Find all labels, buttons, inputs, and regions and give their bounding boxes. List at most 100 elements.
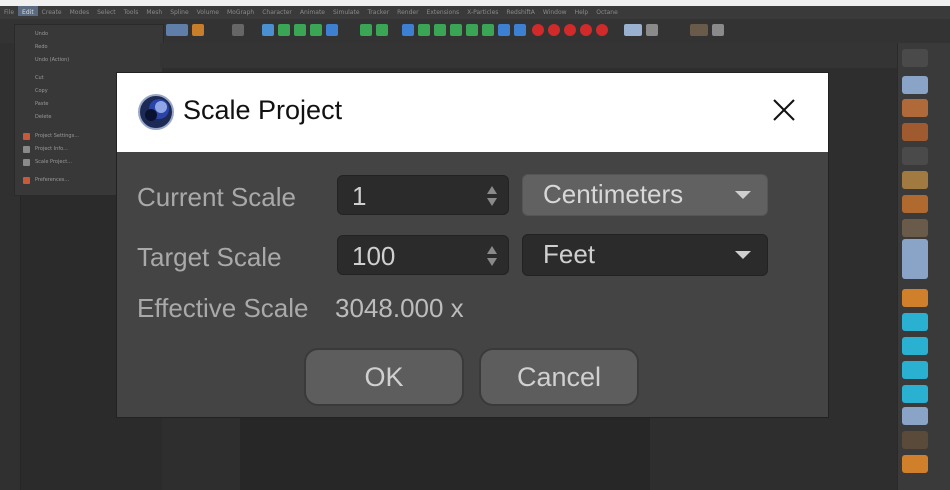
texture-icon[interactable] xyxy=(902,431,928,449)
snap-icon[interactable] xyxy=(902,455,928,473)
text-icon[interactable] xyxy=(360,24,372,36)
render-settings-icon[interactable] xyxy=(646,24,658,36)
menu-item-scale-project[interactable]: Scale Project... xyxy=(35,159,72,165)
symmetry-icon[interactable] xyxy=(376,24,388,36)
menu-animate[interactable]: Animate xyxy=(296,6,329,16)
plus-icon[interactable] xyxy=(418,24,430,36)
dialog-title: Scale Project xyxy=(183,95,343,125)
dialog-title-bar: Scale Project xyxy=(117,73,828,152)
menu-item-preferences[interactable]: Preferences... xyxy=(35,177,69,183)
menu-mesh[interactable]: Mesh xyxy=(142,6,166,16)
move-icon[interactable] xyxy=(902,313,928,331)
target-unit-value: Feet xyxy=(543,239,596,269)
layout-icon[interactable] xyxy=(690,24,708,36)
rotate-icon[interactable] xyxy=(902,289,928,307)
menu-modes[interactable]: Modes xyxy=(66,6,93,16)
point-icon[interactable] xyxy=(902,337,928,355)
deformer-icon[interactable] xyxy=(310,24,322,36)
deformer-icon[interactable] xyxy=(902,171,928,189)
tool-icon[interactable] xyxy=(192,24,204,36)
camera-icon[interactable] xyxy=(498,24,510,36)
material-icon[interactable] xyxy=(902,123,928,141)
palette-button[interactable] xyxy=(902,49,928,67)
menu-item-copy[interactable]: Copy xyxy=(35,88,48,94)
film-icon[interactable] xyxy=(232,24,244,36)
target-scale-value: 100 xyxy=(352,241,396,271)
light-icon[interactable] xyxy=(902,99,928,117)
edge-icon[interactable] xyxy=(902,385,928,403)
menu-render[interactable]: Render xyxy=(393,6,422,16)
cube-icon[interactable] xyxy=(902,76,928,94)
menu-window[interactable]: Window xyxy=(539,6,571,16)
cube-icon[interactable] xyxy=(262,24,274,36)
model-icon[interactable] xyxy=(902,407,928,425)
menu-volume[interactable]: Volume xyxy=(193,6,223,16)
menu-tracker[interactable]: Tracker xyxy=(364,6,394,16)
nurbs-icon[interactable] xyxy=(278,24,290,36)
close-icon[interactable] xyxy=(769,95,799,125)
menu-tools[interactable]: Tools xyxy=(120,6,143,16)
render-view-icon[interactable] xyxy=(624,24,642,36)
current-scale-label: Current Scale xyxy=(137,182,296,212)
keyframe-icon[interactable] xyxy=(548,24,560,36)
ok-button[interactable]: OK xyxy=(304,348,464,406)
current-unit-dropdown[interactable]: Centimeters xyxy=(522,174,768,216)
menu-help[interactable]: Help xyxy=(571,6,593,16)
menu-character[interactable]: Character xyxy=(258,6,296,16)
menu-bar: File Edit Create Modes Select Tools Mesh Spline… xyxy=(0,6,950,19)
cancel-button[interactable]: Cancel xyxy=(479,348,639,406)
tag-icon[interactable] xyxy=(902,147,928,165)
mograph-icon[interactable] xyxy=(902,239,928,279)
spline-icon[interactable] xyxy=(902,195,928,213)
menu-item-undo[interactable]: Undo xyxy=(35,31,48,37)
info-icon xyxy=(23,146,30,153)
target-scale-label: Target Scale xyxy=(137,242,282,272)
menu-octane[interactable]: Octane xyxy=(592,6,622,16)
menu-item-cut[interactable]: Cut xyxy=(35,75,44,81)
menu-redshift[interactable]: RedshiftA xyxy=(502,6,538,16)
generator-icon[interactable] xyxy=(294,24,306,36)
menu-mograph[interactable]: MoGraph xyxy=(223,6,258,16)
target-scale-input[interactable]: 100 xyxy=(337,235,509,275)
menu-spline[interactable]: Spline xyxy=(166,6,192,16)
menu-extensions[interactable]: Extensions xyxy=(423,6,464,16)
menu-simulate[interactable]: Simulate xyxy=(329,6,364,16)
menu-item-redo[interactable]: Redo xyxy=(35,44,48,50)
menu-item-undo-action[interactable]: Undo (Action) xyxy=(35,57,69,63)
field-icon[interactable] xyxy=(466,24,478,36)
menu-create[interactable]: Create xyxy=(38,6,66,16)
menu-select[interactable]: Select xyxy=(93,6,120,16)
light-icon[interactable] xyxy=(514,24,526,36)
key-position-icon[interactable] xyxy=(580,24,592,36)
polygon-icon[interactable] xyxy=(902,361,928,379)
cinema4d-logo-icon xyxy=(138,94,174,130)
mograph-icon[interactable] xyxy=(434,24,446,36)
right-palette xyxy=(897,43,950,490)
menu-x-particles[interactable]: X-Particles xyxy=(463,6,502,16)
current-scale-input[interactable]: 1 xyxy=(337,175,509,215)
spinner-arrows-icon[interactable] xyxy=(486,185,498,207)
record-icon[interactable] xyxy=(532,24,544,36)
spinner-arrows-icon[interactable] xyxy=(486,245,498,267)
plugin-icon[interactable] xyxy=(712,24,724,36)
menu-item-paste[interactable]: Paste xyxy=(35,101,49,107)
menu-item-delete[interactable]: Delete xyxy=(35,114,51,120)
settings-icon xyxy=(23,133,30,140)
viewport-shadow xyxy=(240,410,650,490)
target-unit-dropdown[interactable]: Feet xyxy=(522,234,768,276)
effector-icon[interactable] xyxy=(450,24,462,36)
preferences-icon xyxy=(23,177,30,184)
grid-icon[interactable] xyxy=(402,24,414,36)
menu-file[interactable]: File xyxy=(0,6,18,16)
effective-scale-label: Effective Scale xyxy=(137,293,309,323)
undo-icon[interactable] xyxy=(166,24,188,36)
volume-icon[interactable] xyxy=(482,24,494,36)
menu-edit[interactable]: Edit xyxy=(18,6,38,16)
scale-project-dialog: Scale Project Current Scale 1 Centimeter… xyxy=(117,73,828,417)
menu-item-project-info[interactable]: Project Info... xyxy=(35,146,68,152)
autokey-icon[interactable] xyxy=(564,24,576,36)
array-icon[interactable] xyxy=(326,24,338,36)
key-rotation-icon[interactable] xyxy=(596,24,608,36)
menu-item-project-settings[interactable]: Project Settings... xyxy=(35,133,79,139)
floor-icon[interactable] xyxy=(902,219,928,237)
